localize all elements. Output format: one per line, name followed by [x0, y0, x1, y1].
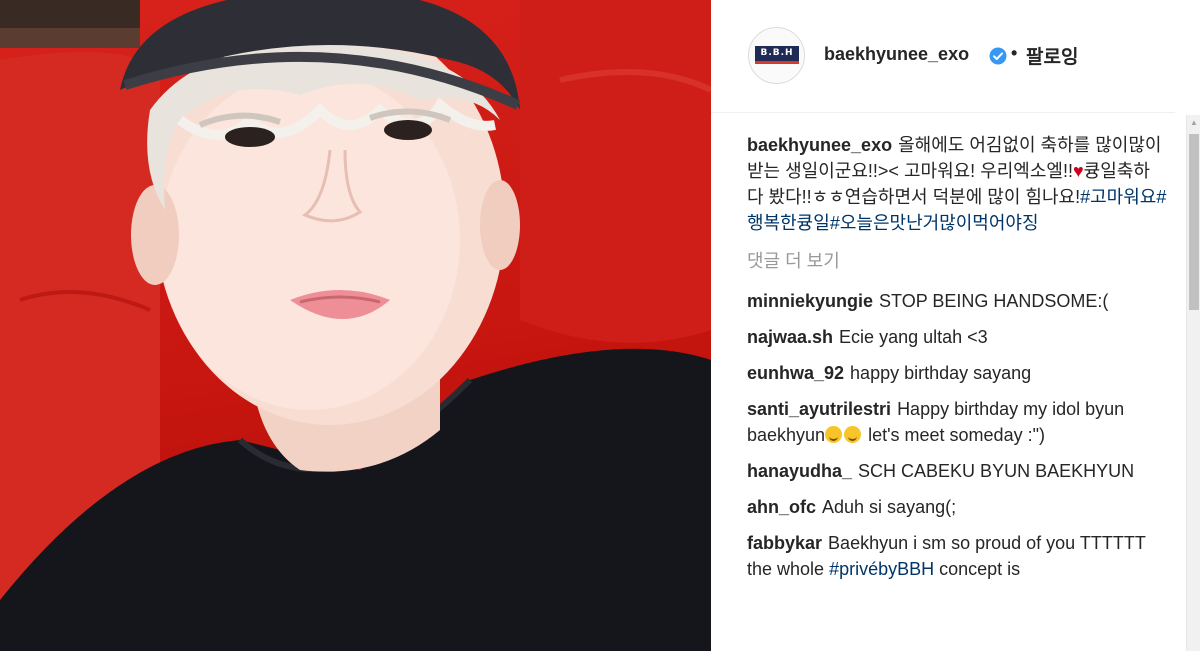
load-more-comments-button[interactable]: 댓글 더 보기 [747, 248, 1167, 274]
comment-item: santi_ayutrilestri Happy birthday my idol… [747, 396, 1167, 448]
comment-text: SCH CABEKU BYUN BAEKHYUN [858, 461, 1135, 481]
post-caption: baekhyunee_exo 올해에도 어김없이 축하를 많이많이받는 생일이군요… [747, 132, 1167, 236]
smiley-icon [825, 426, 843, 443]
comment-text-after: let's meet someday :") [863, 425, 1045, 445]
comment-username[interactable]: fabbykar [747, 533, 822, 553]
comments-list: baekhyunee_exo 올해에도 어김없이 축하를 많이많이받는 생일이군요… [747, 132, 1167, 592]
hashtag-link[interactable]: #오늘은맛난거많이먹어야징 [830, 213, 1039, 233]
comment-username[interactable]: najwaa.sh [747, 327, 833, 347]
comment-item: eunhwa_92 happy birthday sayang [747, 360, 1167, 386]
post-header: B.B.H baekhyunee_exo • 팔로잉 [711, 0, 1175, 113]
verified-badge-icon [989, 47, 1007, 65]
comment-text: Ecie yang ultah <3 [839, 327, 988, 347]
comment-text: happy birthday sayang [850, 363, 1032, 383]
selfie-illustration [0, 0, 711, 651]
post-photo[interactable] [0, 0, 711, 651]
avatar-logo: B.B.H [755, 46, 799, 64]
post-sidebar: B.B.H baekhyunee_exo • 팔로잉 baekhyunee_ex… [711, 0, 1200, 651]
scrollbar-thumb[interactable] [1189, 134, 1199, 310]
heart-icon: ♥ [1073, 161, 1084, 181]
comment-username[interactable]: santi_ayutrilestri [747, 399, 891, 419]
comment-item: hanayudha_ SCH CABEKU BYUN BAEKHYUN [747, 458, 1167, 484]
comment-text: Aduh si sayang(; [822, 497, 957, 517]
comment-item: ahn_ofc Aduh si sayang(; [747, 494, 1167, 520]
comments-scrollbar[interactable]: ▲ [1186, 115, 1200, 651]
comment-username[interactable]: ahn_ofc [747, 497, 816, 517]
scroll-up-arrow-icon[interactable]: ▲ [1187, 115, 1200, 131]
comment-item: najwaa.sh Ecie yang ultah <3 [747, 324, 1167, 350]
hashtag-link[interactable]: #privébyBBH [829, 559, 934, 579]
hashtag-link[interactable]: #고마워요 [1080, 187, 1156, 207]
follow-separator: • [1011, 43, 1018, 63]
smiley-icon [844, 426, 862, 443]
comment-text: STOP BEING HANDSOME:( [879, 291, 1109, 311]
comment-item: minniekyungie STOP BEING HANDSOME:( [747, 288, 1167, 314]
avatar[interactable]: B.B.H [748, 27, 805, 84]
comment-username[interactable]: eunhwa_92 [747, 363, 844, 383]
caption-username[interactable]: baekhyunee_exo [747, 135, 892, 155]
post-author-username[interactable]: baekhyunee_exo [824, 44, 969, 65]
following-button[interactable]: 팔로잉 [1026, 42, 1078, 69]
comment-username[interactable]: hanayudha_ [747, 461, 852, 481]
comment-item: fabbykar Baekhyun i sm so proud of you TT… [747, 530, 1167, 582]
comment-text-after: concept is [934, 559, 1021, 579]
comment-username[interactable]: minniekyungie [747, 291, 873, 311]
